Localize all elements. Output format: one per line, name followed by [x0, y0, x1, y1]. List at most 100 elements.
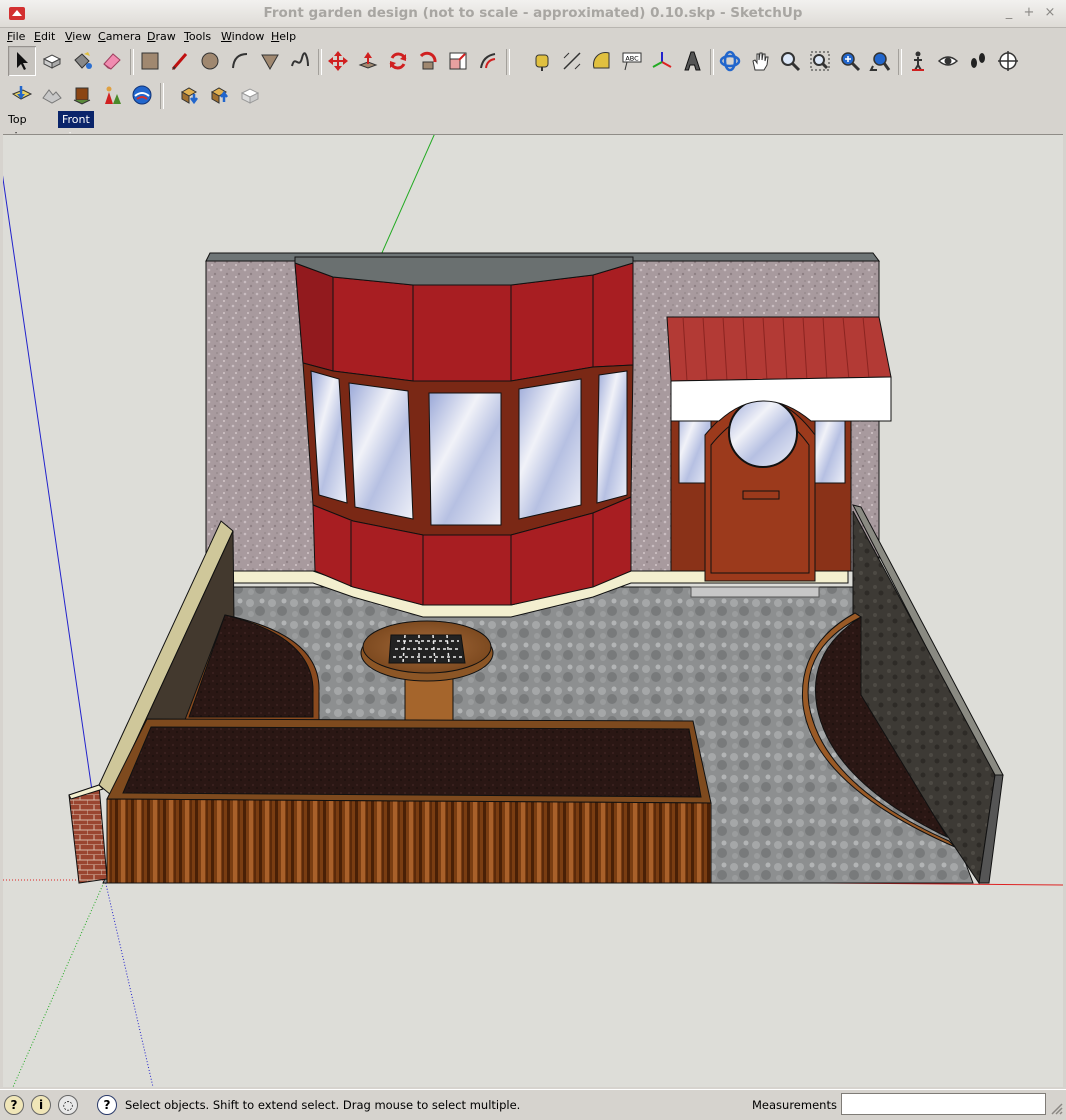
offset-icon	[480, 53, 496, 69]
scene-canvas[interactable]	[3, 135, 1063, 1087]
circle-button[interactable]	[196, 46, 224, 76]
share-component-button[interactable]	[236, 80, 264, 110]
previous-view-icon	[869, 52, 891, 71]
measurements-input[interactable]	[841, 1093, 1046, 1115]
look-around-icon	[937, 56, 959, 66]
toggle-terrain-button[interactable]	[38, 80, 66, 110]
line-icon	[171, 53, 188, 70]
rectangle-button[interactable]	[136, 46, 164, 76]
resize-grip-icon[interactable]	[1049, 1096, 1063, 1116]
make-component-button[interactable]	[38, 46, 66, 76]
google-earth-button[interactable]	[128, 80, 156, 110]
drawing-viewport[interactable]	[3, 134, 1063, 1087]
text-button[interactable]: ABC	[618, 46, 646, 76]
select-tool-button[interactable]	[8, 46, 36, 76]
toolbar-separator	[318, 49, 322, 75]
status-bar: ? i ◌ ? Select objects. Shift to extend …	[0, 1089, 1066, 1120]
window-title: Front garden design (not to scale - appr…	[263, 5, 803, 21]
freehand-icon	[291, 52, 309, 67]
paint-bucket-icon	[74, 52, 92, 69]
walk-button[interactable]	[964, 46, 992, 76]
get-models-icon	[180, 87, 198, 105]
dimension-icon	[563, 52, 581, 70]
axes-button[interactable]	[648, 46, 676, 76]
text-tool-label: ABC	[625, 55, 639, 63]
text-icon: ABC	[622, 52, 642, 71]
rotate-button[interactable]	[384, 46, 412, 76]
menu-help[interactable]: Help	[271, 30, 296, 43]
zoom-extents-icon	[841, 52, 861, 72]
bay-window[interactable]	[294, 256, 634, 606]
offset-button[interactable]	[474, 46, 502, 76]
3d-text-icon	[684, 51, 701, 71]
orbit-icon	[719, 50, 741, 72]
section-plane-button[interactable]	[994, 46, 1022, 76]
zoom-extents-button[interactable]	[836, 46, 864, 76]
3d-text-button[interactable]	[678, 46, 706, 76]
toolbar-separator	[710, 49, 714, 75]
position-camera-button[interactable]	[904, 46, 932, 76]
rectangle-icon	[141, 52, 159, 70]
arc-button[interactable]	[226, 46, 254, 76]
freehand-button[interactable]	[286, 46, 314, 76]
geo-location-icon[interactable]: ?	[4, 1095, 24, 1115]
front-door[interactable]	[670, 396, 852, 598]
user-login-icon[interactable]: ◌	[58, 1095, 78, 1115]
credits-icon[interactable]: i	[31, 1095, 51, 1115]
pan-button[interactable]	[746, 46, 774, 76]
menu-draw[interactable]: Draw	[147, 30, 176, 43]
tape-measure-button[interactable]	[528, 46, 556, 76]
menu-bar: File Edit View Camera Draw Tools Window …	[0, 28, 1066, 45]
add-location-button[interactable]	[68, 80, 96, 110]
protractor-button[interactable]	[588, 46, 616, 76]
menu-file[interactable]: File	[7, 30, 25, 43]
push-pull-icon	[358, 52, 378, 69]
scene-tab-front-view[interactable]: Front view	[58, 111, 94, 143]
get-current-view-button[interactable]	[8, 80, 36, 110]
photo-textures-button[interactable]	[98, 80, 126, 110]
toolbar-separator	[130, 49, 134, 75]
line-button[interactable]	[166, 46, 194, 76]
help-icon[interactable]: ?	[97, 1095, 117, 1115]
google-earth-icon	[132, 85, 152, 105]
toolbar-separator	[506, 49, 510, 75]
minimize-button[interactable]: _	[1000, 5, 1018, 21]
circle-icon	[201, 52, 219, 70]
toolbar-separator	[160, 83, 164, 109]
walk-icon	[971, 53, 985, 68]
polygon-icon	[261, 54, 279, 71]
front-planter-box[interactable]	[106, 718, 712, 884]
protractor-icon	[593, 52, 610, 69]
menu-view[interactable]: View	[65, 30, 91, 43]
menu-tools[interactable]: Tools	[184, 30, 211, 43]
scale-button[interactable]	[444, 46, 472, 76]
axes-icon	[652, 52, 672, 68]
polygon-button[interactable]	[256, 46, 284, 76]
menu-camera[interactable]: Camera	[98, 30, 141, 43]
paint-bucket-button[interactable]	[68, 46, 96, 76]
menu-window[interactable]: Window	[221, 30, 264, 43]
previous-view-button[interactable]	[866, 46, 894, 76]
close-button[interactable]: ×	[1041, 5, 1059, 21]
blue-axis-line	[3, 175, 106, 881]
move-button[interactable]	[324, 46, 352, 76]
follow-me-button[interactable]	[414, 46, 442, 76]
measurements-label: Measurements	[752, 1098, 837, 1112]
scene-tab-top-view[interactable]: Top view	[4, 111, 37, 143]
add-location-icon	[73, 87, 91, 105]
push-pull-button[interactable]	[354, 46, 382, 76]
orbit-button[interactable]	[716, 46, 744, 76]
rotate-icon	[389, 52, 407, 70]
eraser-button[interactable]	[98, 46, 126, 76]
get-models-button[interactable]	[176, 80, 204, 110]
menu-edit[interactable]: Edit	[34, 30, 55, 43]
move-icon	[328, 51, 348, 71]
zoom-button[interactable]	[776, 46, 804, 76]
maximize-button[interactable]: +	[1020, 5, 1038, 21]
share-model-icon	[210, 87, 228, 104]
dimension-button[interactable]	[558, 46, 586, 76]
share-model-button[interactable]	[206, 80, 234, 110]
share-component-icon	[240, 88, 260, 104]
zoom-window-button[interactable]	[806, 46, 834, 76]
look-around-button[interactable]	[934, 46, 962, 76]
